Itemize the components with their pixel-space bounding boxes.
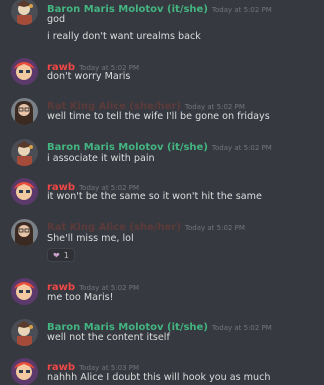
message-text: nahhh Alice I doubt this will hook you a…	[47, 372, 271, 383]
message-text: well not the content itself	[47, 332, 170, 343]
avatar-rawb[interactable]	[11, 58, 38, 85]
timestamp: Today at 5:02 PM	[211, 144, 272, 152]
message-text: god	[47, 14, 66, 25]
avatar-baron[interactable]	[11, 139, 38, 166]
avatar-baron[interactable]	[11, 319, 38, 346]
avatar-rawb[interactable]	[11, 358, 38, 385]
avatar-rawb[interactable]	[11, 178, 38, 205]
message-text: it won't be the same so it won't hit the…	[47, 191, 262, 202]
timestamp: Today at 5:02 PM	[211, 6, 272, 14]
timestamp: Today at 5:02 PM	[211, 324, 272, 332]
avatar-alice[interactable]	[11, 98, 38, 125]
reaction-count: 1	[63, 250, 69, 260]
avatar-alice[interactable]	[11, 219, 38, 246]
message-text: i really don't want urealms back	[47, 31, 201, 42]
message-header: Baron Maris Molotov (it/she) Today at 5:0…	[47, 0, 272, 17]
author-name[interactable]: Baron Maris Molotov (it/she)	[47, 4, 208, 15]
message-text: well time to tell the wife I'll be gone …	[47, 111, 270, 122]
heart-emoji-icon: ❤	[53, 250, 60, 260]
reaction-button[interactable]: ❤ 1	[47, 248, 75, 262]
avatar-baron[interactable]	[11, 0, 38, 25]
message-text: me too Maris!	[47, 292, 114, 303]
message-text: i associate it with pain	[47, 153, 155, 164]
chat-message-list: Baron Maris Molotov (it/she) Today at 5:0…	[0, 0, 324, 385]
timestamp: Today at 5:02 PM	[184, 224, 245, 232]
message-text: don't worry Maris	[47, 71, 131, 82]
message-text: She'll miss me, lol	[47, 233, 134, 244]
avatar-rawb[interactable]	[11, 278, 38, 305]
